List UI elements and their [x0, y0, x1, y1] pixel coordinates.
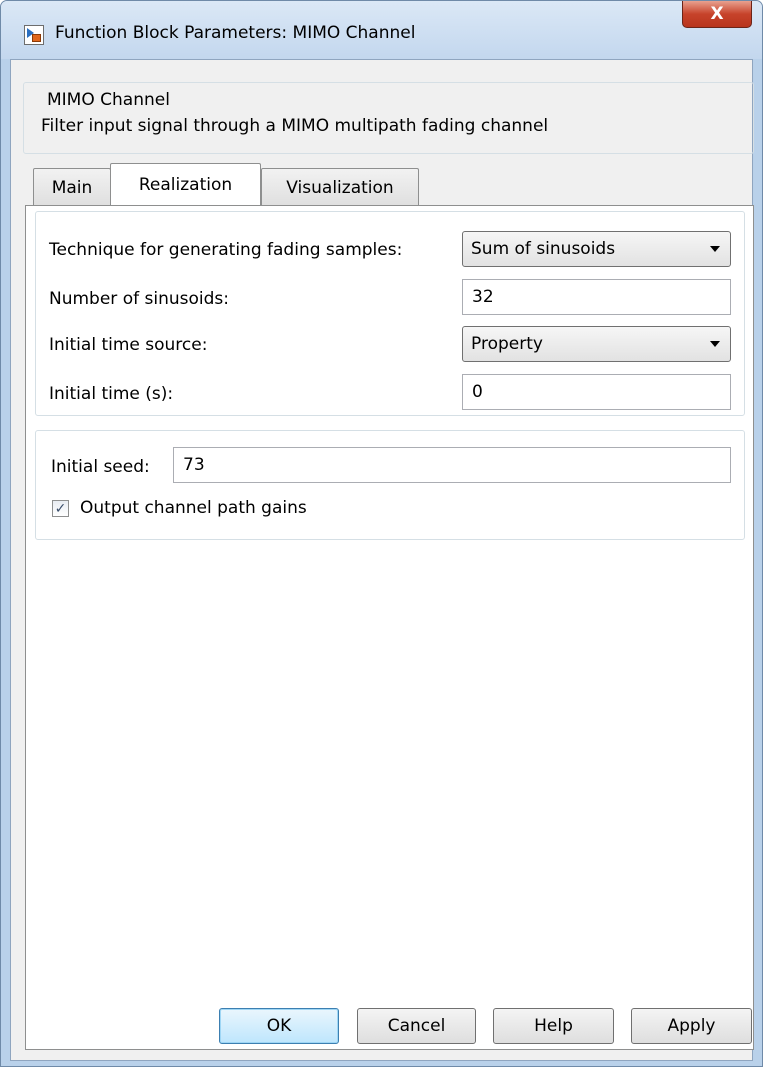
- tab-visualization-label: Visualization: [286, 177, 394, 198]
- title-bar[interactable]: Function Block Parameters: MIMO Channel …: [1, 1, 762, 59]
- cancel-label: Cancel: [387, 1016, 446, 1036]
- ok-label: OK: [266, 1016, 292, 1036]
- tab-realization-label: Realization: [138, 174, 233, 195]
- description-legend: MIMO Channel: [44, 90, 173, 110]
- initial-time-label: Initial time (s):: [49, 384, 174, 404]
- initial-seed-label: Initial seed:: [51, 457, 150, 477]
- num-sinusoids-value: 32: [472, 287, 494, 307]
- window-title: Function Block Parameters: MIMO Channel: [55, 23, 416, 43]
- realization-panel: Technique for generating fading samples:…: [25, 205, 754, 1050]
- num-sinusoids-input[interactable]: 32: [462, 279, 731, 315]
- apply-button[interactable]: Apply: [631, 1008, 752, 1044]
- output-gains-label[interactable]: Output channel path gains: [80, 498, 307, 518]
- initial-time-source-select[interactable]: Property: [462, 326, 731, 362]
- help-label: Help: [534, 1016, 573, 1036]
- description-text: Filter input signal through a MIMO multi…: [41, 116, 549, 136]
- close-icon: X: [710, 4, 724, 24]
- initial-time-source-label: Initial time source:: [49, 335, 208, 355]
- initial-time-input[interactable]: 0: [462, 374, 731, 410]
- initial-time-value: 0: [472, 382, 483, 402]
- checkmark-icon: ✓: [54, 500, 67, 517]
- initial-time-source-value: Property: [471, 334, 543, 354]
- dialog-window: Function Block Parameters: MIMO Channel …: [0, 0, 763, 1067]
- tab-main[interactable]: Main: [33, 168, 111, 206]
- num-sinusoids-label: Number of sinusoids:: [49, 289, 229, 309]
- chevron-down-icon: [710, 341, 720, 347]
- tab-visualization[interactable]: Visualization: [261, 168, 419, 206]
- dialog-client-area: MIMO Channel Filter input signal through…: [10, 59, 754, 1061]
- ok-button[interactable]: OK: [219, 1008, 339, 1044]
- simulink-block-icon: [24, 25, 44, 45]
- fading-settings-group: Technique for generating fading samples:…: [35, 211, 745, 416]
- close-button[interactable]: X: [682, 1, 752, 28]
- output-gains-checkbox[interactable]: ✓: [52, 500, 69, 517]
- apply-label: Apply: [667, 1016, 716, 1036]
- technique-select[interactable]: Sum of sinusoids: [462, 231, 731, 267]
- technique-value: Sum of sinusoids: [471, 239, 616, 259]
- technique-label: Technique for generating fading samples:: [49, 240, 403, 260]
- tab-main-label: Main: [51, 177, 93, 198]
- tab-realization[interactable]: Realization: [110, 163, 261, 205]
- initial-seed-value: 73: [183, 455, 205, 475]
- chevron-down-icon: [710, 246, 720, 252]
- help-button[interactable]: Help: [493, 1008, 614, 1044]
- initial-seed-input[interactable]: 73: [173, 447, 731, 483]
- cancel-button[interactable]: Cancel: [357, 1008, 476, 1044]
- seed-settings-group: Initial seed: 73 ✓ Output channel path g…: [35, 430, 745, 540]
- block-glyph: [32, 34, 41, 42]
